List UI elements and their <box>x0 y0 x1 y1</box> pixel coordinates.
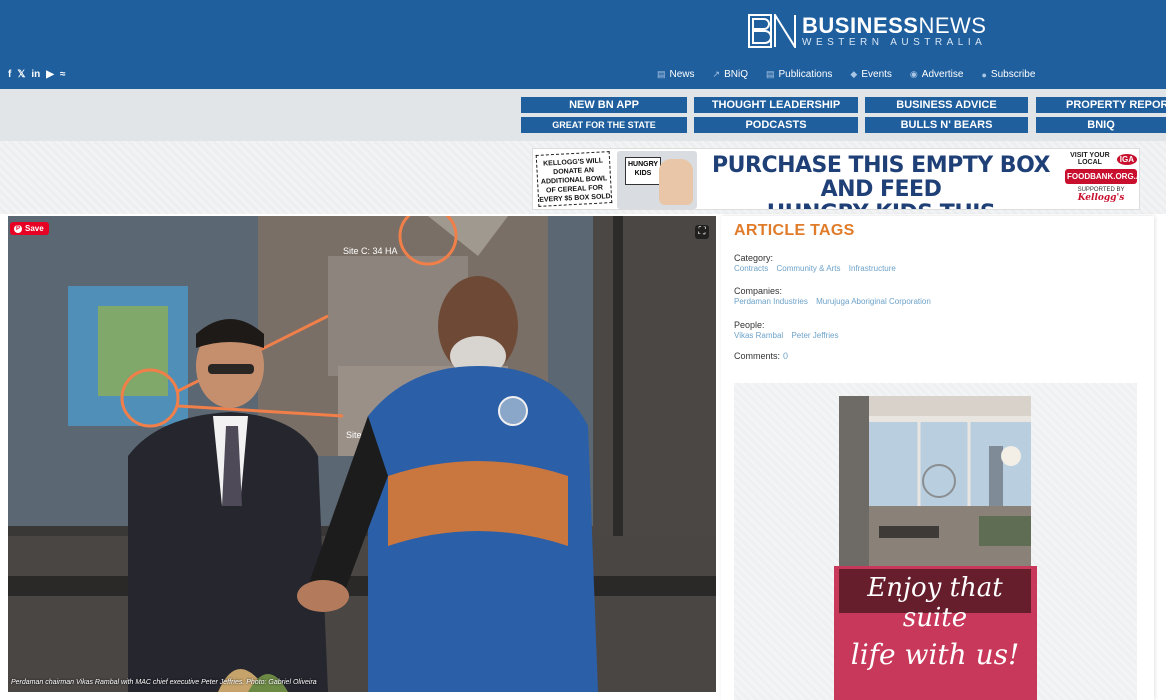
foodbank-badge: FOODBANK.ORG.AU <box>1065 169 1139 184</box>
social-links: f 𝕏 in ▶ ≈ <box>8 69 66 81</box>
ad-donation-text: KELLOGG'S WILL DONATE AN ADDITIONAL BOWL… <box>535 151 613 207</box>
hand-image <box>659 159 693 205</box>
nav-advertise[interactable]: ◉ Advertise <box>910 69 964 80</box>
btn-bulls-n-bears[interactable]: BULLS N' BEARS <box>865 117 1028 133</box>
ad-tagline-2: life with us! <box>850 638 1020 671</box>
btn-great-for-the-state[interactable]: GREAT FOR THE STATE <box>521 117 687 133</box>
fullscreen-icon[interactable]: ⛶ <box>695 225 709 239</box>
cereal-box-image: HUNGRY KIDS <box>617 151 697 209</box>
tag-link[interactable]: Contracts <box>734 264 768 273</box>
iga-logo-icon: IGA <box>1116 153 1137 165</box>
banner-ad[interactable]: KELLOGG'S WILL DONATE AN ADDITIONAL BOWL… <box>532 148 1140 210</box>
logo-brand: BUSINESSNEWS <box>802 12 987 38</box>
nav-publications[interactable]: ▤ Publications <box>766 69 832 80</box>
tag-link[interactable]: Vikas Rambal <box>734 331 783 340</box>
people-icon: ● <box>981 69 987 80</box>
site-logo[interactable]: BUSINESSNEWS WESTERN AUSTRALIA <box>748 11 987 51</box>
main-nav: ▤ News ↗ BNiQ ▤ Publications ◆ Events ◉ Adver… <box>657 69 1035 80</box>
hotel-room-image <box>839 396 1031 566</box>
company-tags: Companies: Perdaman Industries Murujuga … <box>734 286 931 306</box>
article-photo[interactable]: Site C: 34 HA Site F: 38 <box>8 216 716 692</box>
map-label-site-c: Site C: 34 HA <box>343 246 398 256</box>
tag-link[interactable]: Perdaman Industries <box>734 297 808 306</box>
logo-subtitle: WESTERN AUSTRALIA <box>802 36 987 48</box>
bn-logo-icon <box>748 11 798 51</box>
tag-link[interactable]: Peter Jeffries <box>791 331 838 340</box>
btn-new-bn-app[interactable]: NEW BN APP <box>521 97 687 113</box>
btn-thought-leadership[interactable]: THOUGHT LEADERSHIP <box>694 97 858 113</box>
pinterest-icon: P <box>14 224 22 233</box>
comments-link[interactable]: 0 <box>783 351 788 361</box>
cereal-box-label: HUNGRY KIDS <box>625 157 661 185</box>
comments-count: Comments: 0 <box>734 351 789 361</box>
tag-link[interactable]: Infrastructure <box>849 264 896 273</box>
ticket-icon: ◆ <box>850 69 858 79</box>
rss-icon[interactable]: ≈ <box>60 69 66 81</box>
linkedin-icon[interactable]: in <box>31 69 40 81</box>
book-icon: ▤ <box>765 69 775 79</box>
category-tags: Category: Contracts Community & Arts Inf… <box>734 253 896 273</box>
youtube-icon[interactable]: ▶ <box>46 69 54 81</box>
people-tags: People: Vikas Rambal Peter Jeffries <box>734 320 839 340</box>
tag-link[interactable]: Community & Arts <box>776 264 840 273</box>
facebook-icon[interactable]: f <box>8 69 11 81</box>
chart-icon: ↗ <box>712 69 721 79</box>
eye-icon: ◉ <box>909 69 918 79</box>
nav-bniq[interactable]: ↗ BNiQ <box>713 69 748 80</box>
btn-bniq[interactable]: BNIQ <box>1036 117 1166 133</box>
nav-news[interactable]: ▤ News <box>657 69 695 80</box>
nav-events[interactable]: ◆ Events <box>850 69 892 80</box>
document-icon: ▤ <box>657 69 666 79</box>
nav-subscribe[interactable]: ● Subscribe <box>981 69 1035 80</box>
kelloggs-logo: Kellogg's <box>1077 193 1125 203</box>
btn-property-report[interactable]: PROPERTY REPORT <box>1036 97 1166 113</box>
btn-business-advice[interactable]: BUSINESS ADVICE <box>865 97 1028 113</box>
photo-illustration: Site C: 34 HA Site F: 38 <box>8 216 716 692</box>
ad-headline: PURCHASE THIS EMPTY BOX AND FEED HUNGRY … <box>712 153 1050 210</box>
ad-sponsor-block: VISIT YOUR LOCAL IGA FOODBANK.ORG.AU SUPP… <box>1065 152 1140 203</box>
ad-tagline-1: Enjoy that suite <box>867 573 1003 633</box>
photo-caption: Perdaman chairman Vikas Rambal with MAC … <box>11 679 317 686</box>
tag-link[interactable]: Murujuga Aboriginal Corporation <box>816 297 931 306</box>
article-tags-title: ARTICLE TAGS <box>734 222 855 239</box>
twitter-icon[interactable]: 𝕏 <box>17 69 25 81</box>
pinterest-save-button[interactable]: P Save <box>10 222 49 235</box>
btn-podcasts[interactable]: PODCASTS <box>694 117 858 133</box>
